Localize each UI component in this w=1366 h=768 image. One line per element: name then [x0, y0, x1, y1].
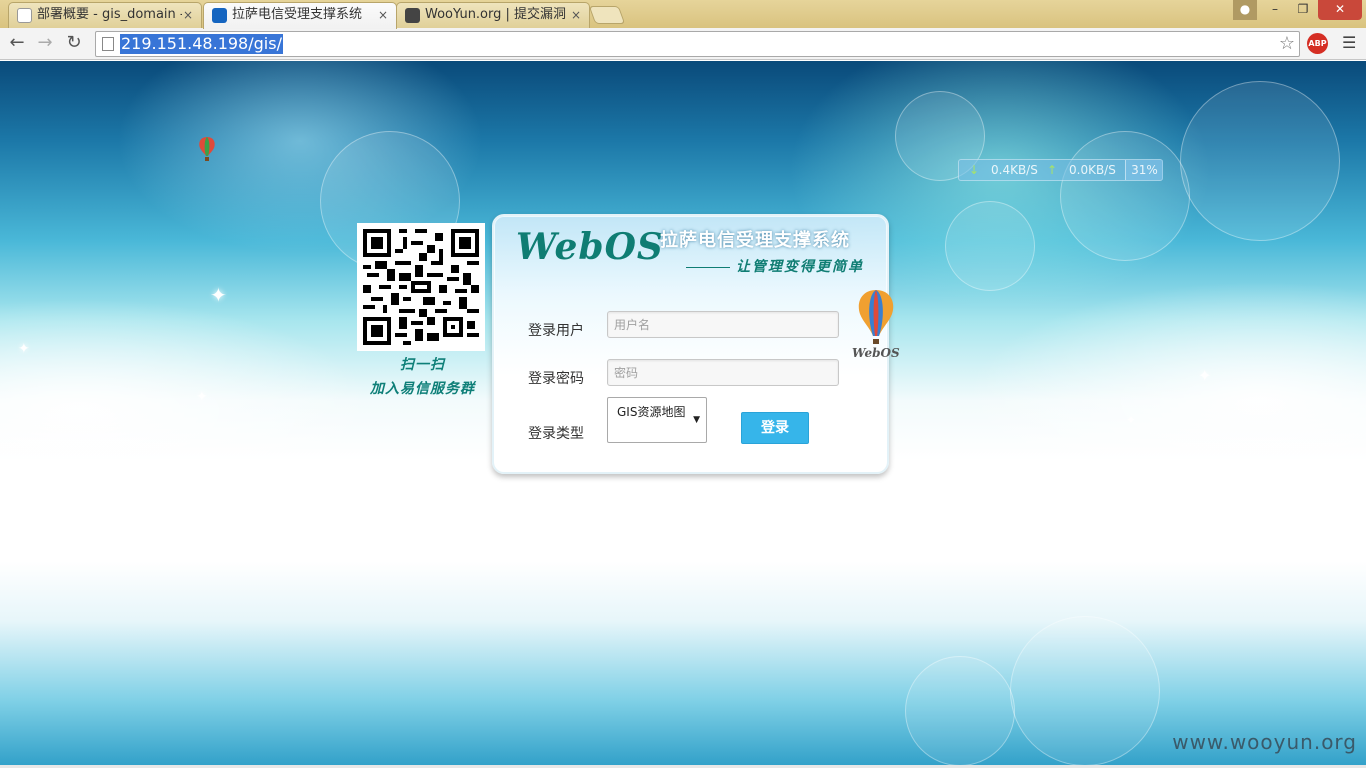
upload-arrow-icon: ↑	[1047, 163, 1058, 177]
bokeh-circle	[1060, 131, 1190, 261]
username-label: 登录用户	[528, 323, 584, 339]
watermark: www.wooyun.org	[1172, 730, 1357, 754]
qr-code-image	[363, 229, 479, 345]
tab-title: 部署概要 - gis_domain -	[37, 7, 182, 22]
login-type-select[interactable]: GIS资源地图 ▼	[607, 397, 707, 443]
hot-air-balloon-icon	[199, 137, 215, 161]
qr-caption: 扫一扫 加入易信服务群	[355, 353, 490, 401]
back-arrow-icon[interactable]: ←	[5, 32, 29, 56]
user-profile-icon[interactable]: ●	[1233, 0, 1257, 20]
page-icon	[102, 37, 114, 51]
reload-icon[interactable]: ↻	[62, 32, 86, 56]
upload-speed: 0.0KB/S	[1069, 163, 1116, 177]
slogan: 让管理变得更简单	[686, 256, 864, 276]
close-icon[interactable]: ×	[183, 3, 193, 27]
slogan-text: 让管理变得更简单	[736, 259, 864, 275]
tab-title: WooYun.org | 提交漏洞	[425, 7, 567, 22]
bokeh-circle	[1010, 616, 1160, 766]
qr-code	[357, 223, 485, 351]
sparkle-icon: ✦	[196, 389, 208, 405]
bookmark-star-icon[interactable]: ☆	[1279, 33, 1295, 54]
forward-arrow-icon[interactable]: →	[33, 32, 57, 56]
new-tab-button[interactable]	[588, 6, 626, 24]
system-title: 拉萨电信受理支撑系统	[660, 230, 850, 251]
browser-toolbar: ← → ↻ 219.151.48.198/gis/ ☆ ABP ☰	[0, 28, 1366, 60]
login-type-label: 登录类型	[528, 426, 584, 442]
close-icon[interactable]: ×	[571, 3, 581, 27]
qr-caption-line1: 扫一扫	[400, 357, 445, 373]
close-icon[interactable]: ×	[378, 3, 388, 27]
network-speed-widget: ↓ 0.4KB/S ↑ 0.0KB/S 31%	[958, 159, 1163, 181]
bokeh-circle	[945, 201, 1035, 291]
window-close-icon[interactable]: ✕	[1318, 0, 1362, 20]
sparkle-icon: ✦	[1126, 413, 1137, 427]
sparkle-icon: ✦	[210, 283, 227, 307]
password-input[interactable]	[607, 359, 839, 386]
tab-lhasa-telecom[interactable]: 拉萨电信受理支撑系统 ×	[203, 2, 397, 29]
dropdown-caret-icon: ▼	[693, 415, 700, 425]
login-panel: WebOS 拉萨电信受理支撑系统 让管理变得更简单 登录用户 登录密码 登录类型…	[492, 214, 900, 474]
balloon-logo-text: WebOS	[852, 346, 900, 360]
menu-icon[interactable]: ☰	[1342, 34, 1358, 52]
qr-caption-line2: 加入易信服务群	[370, 381, 475, 397]
telecom-logo-icon	[212, 8, 227, 23]
usage-percent: 31%	[1125, 160, 1163, 180]
address-bar[interactable]: 219.151.48.198/gis/ ☆	[95, 31, 1300, 57]
password-label: 登录密码	[528, 371, 584, 387]
login-button[interactable]: 登录	[741, 412, 809, 444]
webos-logo: WebOS	[516, 226, 664, 268]
minimize-icon[interactable]: –	[1262, 0, 1288, 20]
username-input[interactable]	[607, 311, 839, 338]
sparkle-icon: ✦	[18, 341, 30, 357]
bokeh-circle	[905, 656, 1015, 766]
tab-gis-domain[interactable]: 部署概要 - gis_domain - ×	[8, 2, 202, 28]
download-speed: 0.4KB/S	[991, 163, 1038, 177]
login-type-value: GIS资源地图	[617, 405, 686, 419]
tab-wooyun[interactable]: WooYun.org | 提交漏洞 ×	[396, 2, 590, 28]
url-text[interactable]: 219.151.48.198/gis/	[120, 34, 283, 54]
download-arrow-icon: ↓	[969, 163, 980, 177]
tab-title: 拉萨电信受理支撑系统	[232, 7, 363, 22]
maximize-icon[interactable]: ❐	[1290, 0, 1316, 20]
slogan-dash	[686, 266, 730, 268]
bokeh-circle	[1180, 81, 1340, 241]
sparkle-icon: ✦	[1198, 366, 1212, 385]
page-background: ✦ ✦ ✦ ✦ ✦ ↓ 0.4KB/S ↑ 0.0KB/S 31% 扫一扫 加入…	[0, 61, 1366, 768]
page-icon	[17, 8, 32, 23]
wooyun-icon	[405, 8, 420, 23]
adblock-icon[interactable]: ABP	[1307, 33, 1328, 54]
tab-strip: 部署概要 - gis_domain - × 拉萨电信受理支撑系统 × WooYu…	[0, 0, 1366, 29]
